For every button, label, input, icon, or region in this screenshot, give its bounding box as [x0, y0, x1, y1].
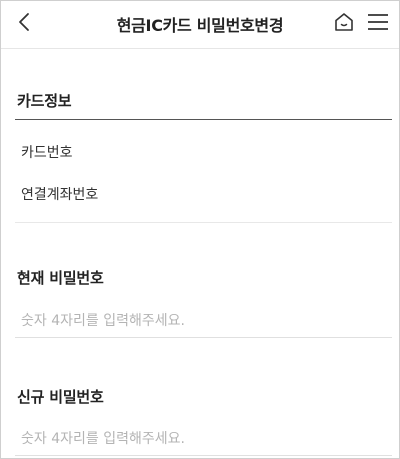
app-header: 현금IC카드 비밀번호변경: [1, 1, 399, 49]
card-number-label: 카드번호: [21, 145, 73, 161]
page-title: 현금IC카드 비밀번호변경: [116, 16, 284, 35]
new-password-input[interactable]: [15, 422, 392, 456]
linked-account-label: 연결계좌번호: [21, 187, 99, 203]
home-icon: [333, 11, 355, 37]
chevron-left-icon: [17, 12, 31, 36]
screen: 현금IC카드 비밀번호변경 카드정보 카드번호 연결계좌번호 현재 비밀번호 신…: [0, 0, 400, 459]
card-info-underline: [15, 119, 392, 120]
current-password-title: 현재 비밀번호: [17, 269, 104, 287]
menu-button[interactable]: [366, 12, 390, 36]
back-button[interactable]: [11, 11, 37, 37]
home-button[interactable]: [331, 11, 357, 37]
new-password-title: 신규 비밀번호: [17, 388, 104, 406]
section-divider: [15, 222, 392, 223]
hamburger-menu-icon: [367, 12, 389, 36]
card-info-title: 카드정보: [17, 92, 72, 110]
current-password-input[interactable]: [15, 304, 392, 338]
